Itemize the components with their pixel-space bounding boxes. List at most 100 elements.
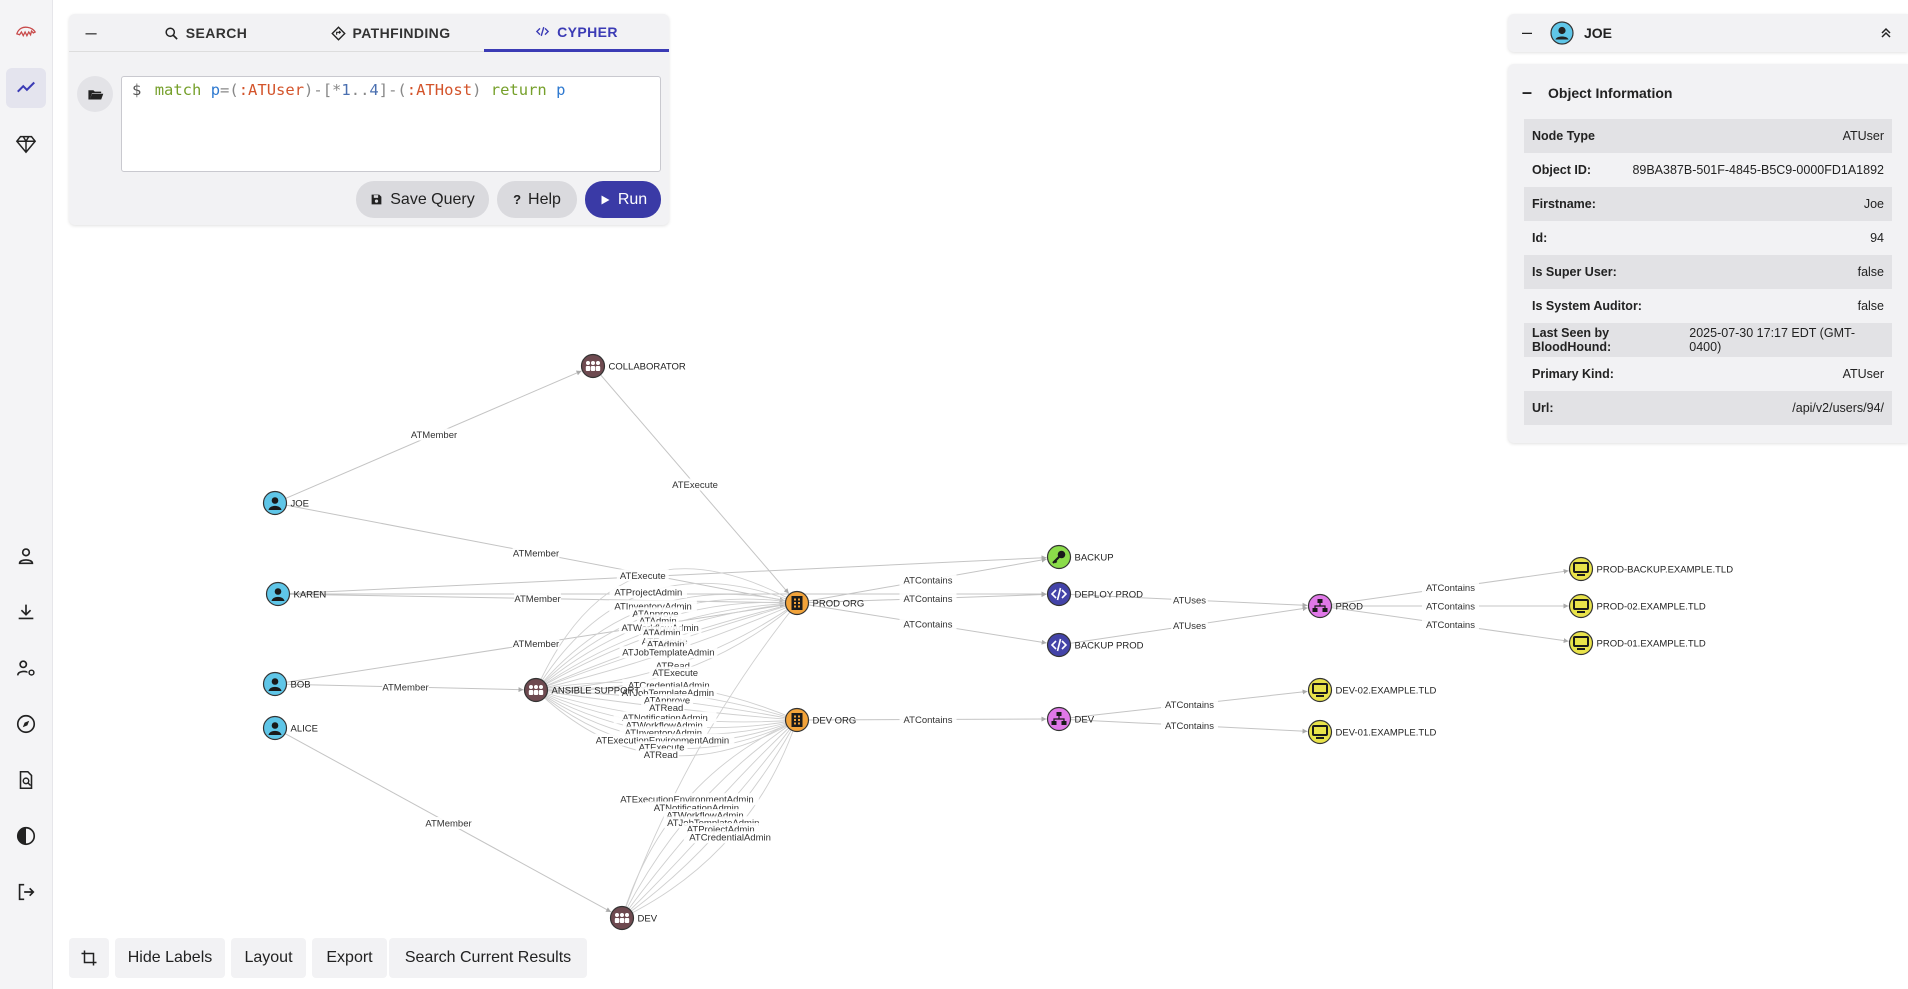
query-token — [481, 81, 490, 99]
graph-node[interactable]: DEV — [1046, 706, 1095, 732]
edge-label-text: ATContains — [1426, 602, 1475, 613]
edge-label-text: ATMember — [513, 549, 559, 560]
hide-labels-button[interactable]: Hide Labels — [115, 938, 225, 978]
tab-cypher[interactable]: CYPHER — [484, 14, 669, 52]
property-value: false — [1857, 265, 1884, 279]
selected-node-name: JOE — [1584, 25, 1613, 41]
property-key: Id: — [1532, 231, 1548, 245]
edge-label-text: ATContains — [1165, 700, 1214, 711]
edge-label-text: ATMember — [411, 430, 457, 441]
chevron-double-up-icon[interactable] — [1878, 25, 1894, 41]
edge-label: ATContains — [899, 574, 957, 587]
property-value: ATUser — [1842, 367, 1884, 381]
graph-node-label: DEV — [638, 914, 658, 925]
property-value: false — [1857, 299, 1884, 313]
graph-node[interactable]: PROD-01.EXAMPLE.TLD — [1568, 630, 1706, 656]
graph-node[interactable]: PROD — [1307, 593, 1364, 619]
edge-label-text: ATContains — [1165, 721, 1214, 732]
save-icon — [371, 194, 382, 205]
logout-icon[interactable] — [6, 872, 46, 912]
crop-icon — [81, 950, 97, 966]
graph-node[interactable]: DEPLOY PROD — [1046, 581, 1144, 607]
contrast-icon[interactable] — [6, 816, 46, 856]
property-key: Is Super User: — [1532, 265, 1617, 279]
property-row: Last Seen by BloodHound: 2025-07-30 17:17… — [1524, 323, 1892, 357]
run-query-button[interactable]: Run — [585, 181, 661, 218]
property-value: ATUser — [1842, 129, 1884, 143]
edge-label: ATContains — [899, 618, 957, 631]
property-key: Is System Auditor: — [1532, 299, 1642, 313]
edge-label: ATExecute — [616, 569, 669, 582]
crop-fit-button[interactable] — [69, 938, 109, 978]
saved-queries-button[interactable] — [77, 76, 113, 112]
cypher-query-editor[interactable]: $ match p=(:ATUser)-[*1..4]-(:ATHost) re… — [121, 76, 661, 172]
edge-label: ATContains — [899, 592, 957, 605]
graph-node[interactable]: COLLABORATOR — [580, 353, 686, 379]
collapse-query-button[interactable]: – — [69, 14, 113, 52]
edge-label-text: ATContains — [1426, 620, 1475, 631]
property-row: Url: /api/v2/users/94/ — [1524, 391, 1892, 425]
layout-button[interactable]: Layout — [231, 938, 306, 978]
explore-chart-icon[interactable] — [6, 68, 46, 108]
graph-node[interactable]: PROD-02.EXAMPLE.TLD — [1568, 593, 1706, 619]
edge-label-text: ATUses — [1173, 621, 1206, 632]
property-key: Last Seen by BloodHound: — [1532, 326, 1612, 354]
edge-label-text: ATProjectAdmin — [614, 587, 682, 598]
graph-node-circle[interactable] — [1568, 630, 1594, 656]
edge-label-text: ATExecute — [672, 480, 718, 491]
edge-label: ATMember — [410, 428, 458, 441]
graph-node[interactable]: BOB — [262, 671, 311, 697]
query-token: )-[ — [304, 81, 333, 99]
compass-icon[interactable] — [6, 704, 46, 744]
user-settings-icon[interactable] — [6, 648, 46, 688]
object-information-section-header[interactable]: – Object Information — [1522, 82, 1672, 103]
object-information-panel: – Object Information Node Type ATUser Obje… — [1508, 64, 1908, 443]
property-key: Url: — [1532, 401, 1554, 415]
edge-label: ATMember — [512, 547, 560, 560]
property-value: 89BA387B-501F-4845-B5C9-0000FD1A1892 — [1632, 163, 1884, 177]
code-icon — [536, 26, 550, 37]
save-query-button[interactable]: Save Query — [356, 181, 489, 218]
graph-node-circle[interactable] — [1307, 719, 1333, 745]
file-search-icon[interactable] — [6, 760, 46, 800]
query-token: match — [154, 81, 202, 99]
graph-node[interactable]: DEV ORG — [784, 707, 857, 733]
property-row: Node Type ATUser — [1524, 119, 1892, 153]
save-query-label: Save Query — [390, 190, 475, 208]
pathfinding-icon — [330, 25, 346, 41]
graph-node[interactable]: DEV-02.EXAMPLE.TLD — [1307, 677, 1437, 703]
search-current-results-button[interactable]: Search Current Results — [389, 938, 587, 978]
diamond-gem-icon[interactable] — [6, 124, 46, 164]
graph-node[interactable]: BACKUP PROD — [1046, 632, 1144, 658]
edge-label: ATContains — [1422, 618, 1479, 631]
graph-node[interactable]: JOE — [262, 490, 309, 516]
graph-node[interactable]: KAREN — [265, 581, 327, 607]
graph-node[interactable]: DEV — [609, 905, 658, 931]
graph-node-circle[interactable] — [1568, 593, 1594, 619]
graph-node[interactable]: DEV-01.EXAMPLE.TLD — [1307, 719, 1437, 745]
graph-node-circle[interactable] — [1568, 556, 1594, 582]
graph-node[interactable]: PROD ORG — [784, 590, 865, 616]
query-token: =( — [220, 81, 239, 99]
bloodhound-logo-icon[interactable] — [6, 12, 46, 52]
property-key: Primary Kind: — [1532, 367, 1614, 381]
edge-label: ATUses — [1171, 594, 1208, 607]
org-node-icon — [791, 713, 803, 727]
graph-node[interactable]: PROD-BACKUP.EXAMPLE.TLD — [1568, 556, 1734, 582]
query-token: * — [332, 81, 342, 99]
edge-label: ATProjectAdmin — [609, 585, 688, 598]
graph-node-circle[interactable] — [1307, 677, 1333, 703]
graph-node-label: DEV-02.EXAMPLE.TLD — [1336, 686, 1437, 697]
tab-search[interactable]: SEARCH — [113, 14, 298, 52]
graph-node[interactable]: BACKUP — [1046, 544, 1114, 570]
graph-node-label: PROD-01.EXAMPLE.TLD — [1597, 639, 1706, 650]
tab-pathfinding[interactable]: PATHFINDING — [298, 14, 483, 52]
user-icon[interactable] — [6, 536, 46, 576]
user-node-icon — [1550, 21, 1574, 45]
edge-label-text: ATContains — [904, 594, 953, 605]
export-button[interactable]: Export — [312, 938, 387, 978]
help-button[interactable]: ? Help — [497, 181, 577, 218]
edge-label-text: ATMember — [382, 683, 428, 694]
download-icon[interactable] — [6, 592, 46, 632]
collapse-node-panel-button[interactable]: – — [1522, 22, 1532, 43]
